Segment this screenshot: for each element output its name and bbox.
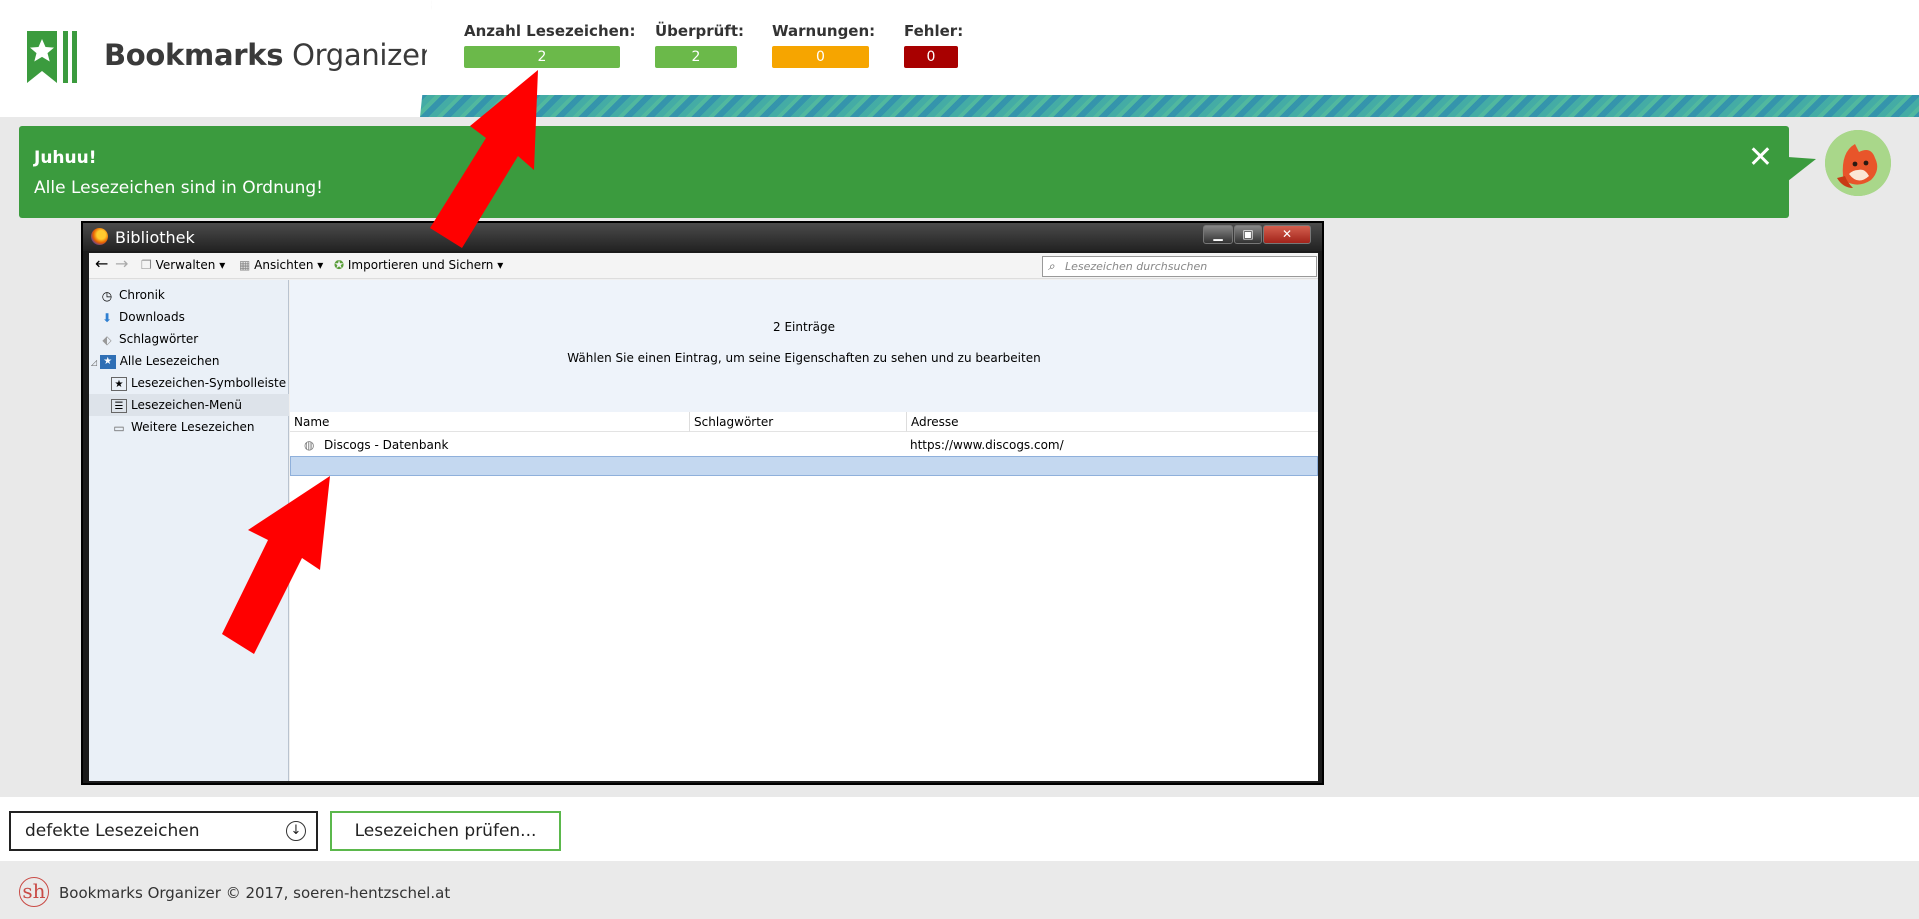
sidebar-item-label: Chronik	[119, 288, 165, 302]
notification-tail	[1788, 157, 1816, 181]
library-toolbar: ← → ❐ Verwalten ▾ ▦ Ansichten ▾ ✪ Import…	[89, 253, 1318, 279]
firefox-icon	[91, 228, 108, 245]
sidebar-item-tags[interactable]: ⬖ Schlagwörter	[89, 328, 289, 350]
stat-total-value: 2	[464, 46, 620, 68]
stat-total: Anzahl Lesezeichen: 2	[464, 22, 635, 68]
sidebar-item-bookmarks-menu[interactable]: ☰ Lesezeichen-Menü	[89, 394, 289, 416]
red-arrow-empty-row	[222, 476, 330, 654]
views-menu[interactable]: ▦ Ansichten ▾	[239, 258, 323, 272]
success-notification: Juhuu! Alle Lesezeichen sind in Ordnung!…	[19, 126, 1789, 218]
sidebar-item-label: Weitere Lesezeichen	[131, 420, 255, 434]
stat-errors: Fehler: 0	[904, 22, 963, 68]
views-grid-icon: ▦	[239, 258, 255, 272]
chevron-down-circle-icon: ↓	[286, 821, 306, 841]
minimize-button[interactable]: ▁	[1203, 225, 1233, 244]
download-arrow-icon: ⬇	[101, 310, 113, 325]
stat-warnings-value: 0	[772, 46, 869, 68]
selection-hint: Wählen Sie einen Eintrag, um seine Eigen…	[567, 351, 1041, 365]
sidebar-item-label: Alle Lesezeichen	[119, 354, 220, 368]
sidebar-item-downloads[interactable]: ⬇ Downloads	[89, 306, 289, 328]
window-titlebar: Bibliothek ▁ ▣ ✕	[83, 223, 1322, 251]
library-content: 2 Einträge Wählen Sie einen Eintrag, um …	[290, 280, 1318, 781]
maximize-button[interactable]: ▣	[1234, 225, 1262, 244]
stat-checked-label: Überprüft:	[655, 22, 744, 40]
stat-errors-label: Fehler:	[904, 22, 964, 40]
forward-arrow-icon[interactable]: →	[115, 254, 128, 273]
header-stripe	[419, 95, 1919, 117]
window-title: Bibliothek	[115, 228, 195, 247]
notification-text: Alle Lesezeichen sind in Ordnung!	[34, 178, 323, 198]
sidebar-item-other-bookmarks[interactable]: ▭ Weitere Lesezeichen	[89, 416, 289, 438]
import-menu[interactable]: ✪ Importieren und Sichern ▾	[334, 258, 503, 272]
sidebar-item-label: Schlagwörter	[119, 332, 199, 346]
menu-list-icon: ☰	[111, 398, 127, 413]
sidebar-item-history[interactable]: ◷ Chronik	[89, 284, 289, 306]
app-title-regular: Organizer	[283, 38, 432, 72]
header: Bookmarks Organizer Anzahl Lesezeichen: …	[0, 0, 1919, 117]
manage-menu[interactable]: ❐ Verwalten ▾	[141, 258, 225, 272]
sidebar-item-label: Downloads	[119, 310, 185, 324]
folder-icon: ▭	[113, 420, 125, 435]
toolbar-star-icon: ★	[111, 376, 127, 391]
manage-label: Verwalten	[155, 258, 216, 272]
search-icon: ⌕	[1048, 259, 1055, 273]
sidebar-item-label: Lesezeichen-Menü	[131, 398, 242, 412]
bookmark-star-logo-icon	[27, 31, 77, 83]
bookmark-search-input[interactable]: ⌕ Lesezeichen durchsuchen	[1042, 256, 1317, 277]
check-bookmarks-button[interactable]: Lesezeichen prüfen...	[330, 811, 561, 851]
fox-avatar-icon	[1825, 130, 1891, 196]
entry-count: 2 Einträge	[773, 320, 835, 334]
bookmarks-star-icon: ★	[99, 354, 116, 369]
views-label: Ansichten	[254, 258, 314, 272]
clock-icon: ◷	[101, 288, 113, 303]
notification-title: Juhuu!	[34, 148, 97, 168]
close-window-button[interactable]: ✕	[1263, 225, 1311, 244]
filter-select-value: defekte Lesezeichen	[25, 821, 200, 841]
author-logo-icon: sh	[19, 877, 49, 907]
filter-select[interactable]: defekte Lesezeichen ↓	[9, 811, 318, 851]
column-header-name[interactable]: Name	[290, 412, 690, 432]
globe-icon: ◍	[304, 438, 315, 452]
tag-icon: ⬖	[102, 332, 112, 347]
stat-errors-value: 0	[904, 46, 958, 68]
manage-icon: ❐	[141, 258, 156, 272]
sidebar-item-label: Lesezeichen-Symbolleiste	[131, 376, 287, 390]
row-url: https://www.discogs.com/	[910, 438, 1064, 452]
row-name: Discogs - Datenbank	[324, 438, 449, 452]
column-header-address[interactable]: Adresse	[907, 412, 1318, 432]
import-label: Importieren und Sichern	[347, 258, 494, 272]
stat-total-label: Anzahl Lesezeichen:	[464, 22, 636, 40]
table-row[interactable]: ◍ Discogs - Datenbank https://www.discog…	[290, 434, 1318, 456]
sidebar-item-bookmarks-toolbar[interactable]: ★ Lesezeichen-Symbolleiste	[89, 372, 289, 394]
collapse-triangle-icon: ◿	[91, 358, 100, 367]
search-placeholder: Lesezeichen durchsuchen	[1065, 260, 1208, 273]
red-arrow-stats	[430, 70, 538, 248]
stat-warnings-label: Warnungen:	[772, 22, 876, 40]
column-header-tags[interactable]: Schlagwörter	[690, 412, 907, 432]
back-arrow-icon[interactable]: ←	[95, 254, 108, 273]
sidebar-item-all-bookmarks[interactable]: ◿ ★ Alle Lesezeichen	[89, 350, 289, 372]
app-title: Bookmarks Organizer	[104, 38, 432, 72]
stat-checked-value: 2	[655, 46, 737, 68]
notification-close-icon[interactable]: ✕	[1748, 140, 1773, 175]
import-star-icon: ✪	[334, 258, 348, 272]
app-title-bold: Bookmarks	[104, 38, 284, 72]
logo-area: Bookmarks Organizer	[0, 0, 432, 117]
stat-checked: Überprüft: 2	[655, 22, 744, 68]
controls-bar: defekte Lesezeichen ↓ Lesezeichen prüfen…	[0, 797, 1919, 861]
table-row-selected-empty[interactable]	[290, 456, 1318, 476]
bookmark-table: Name Schlagwörter Adresse ◍ Discogs - Da…	[290, 412, 1318, 781]
stat-warnings: Warnungen: 0	[772, 22, 875, 68]
footer: sh Bookmarks Organizer © 2017, soeren-he…	[0, 861, 1919, 919]
footer-text: Bookmarks Organizer © 2017, soeren-hentz…	[59, 884, 451, 902]
